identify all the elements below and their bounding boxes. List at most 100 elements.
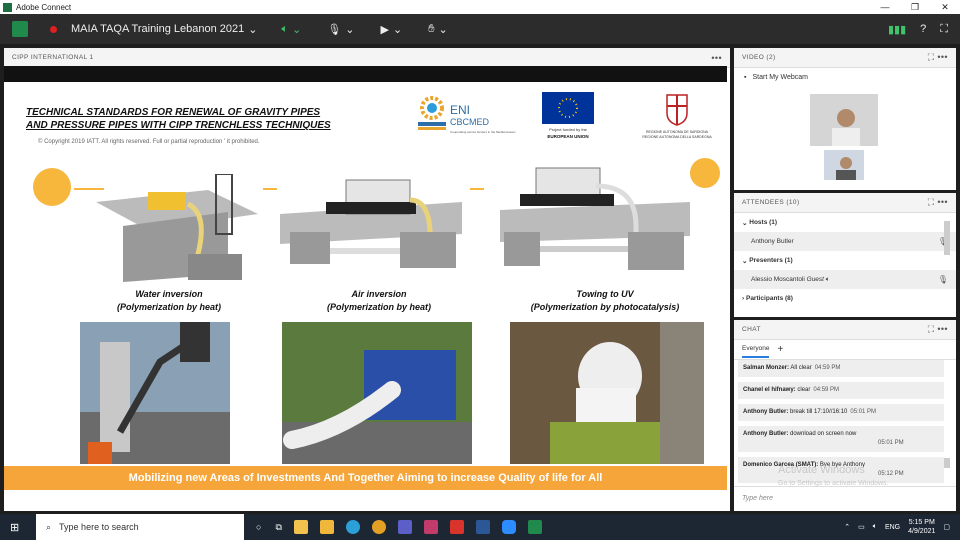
message-time: 05:12 PM (878, 471, 904, 477)
chat-scrollbar[interactable] (944, 458, 950, 468)
eni-text: ENI (450, 103, 470, 117)
lightbulb-icon (33, 168, 71, 206)
chevron-down-icon: ⌄ (438, 23, 448, 36)
mic-icon: 🎙︎ (937, 275, 948, 284)
pod-menu-icon[interactable]: ⛶ ••• (928, 52, 948, 63)
sardegna-caption-1: REGIONE AUTONOMA DE SARDIGNA (646, 130, 709, 134)
method-sub: (Polymerization by photocatalysis) (530, 302, 680, 312)
divider-line (470, 188, 484, 190)
chat-tabs: Everyone + (734, 340, 956, 360)
method-name: Water inversion (135, 289, 203, 299)
attendee-name: Anthony Butler (751, 238, 794, 245)
chat-message: Salman Monzer: All clear 04:59 PM (738, 360, 944, 377)
attendees-pod-header: ATTENDEES (10) ⛶ ••• (734, 193, 956, 213)
tab-everyone[interactable]: Everyone (742, 341, 770, 358)
chat-message: Chanel el hifnawy: clear 04:59 PM (738, 382, 944, 399)
chevron-down-icon: ⌄ (742, 219, 750, 227)
zoom-icon[interactable] (501, 520, 516, 534)
message-sender: Chanel el hifnawy: (743, 387, 796, 393)
file-explorer-icon[interactable] (319, 520, 334, 534)
chevron-down-icon: ⌄ (345, 23, 355, 36)
adobe-connect-menu-icon[interactable] (12, 21, 28, 37)
method-name: Towing to UV (576, 289, 634, 299)
slide-banner: Mobilizing new Areas of Investments And … (4, 466, 727, 490)
activate-windows-hint: Go to Settings to activate Windows. (778, 480, 889, 487)
meeting-name-menu[interactable]: MAIA TAQA Training Lebanon 2021 ⌄ (71, 23, 258, 36)
minimize-button[interactable]: — (870, 2, 900, 13)
speaker-button[interactable]: 🔈︎ ⌄ (282, 23, 302, 36)
window-titlebar: Adobe Connect — ❐ ✕ (0, 0, 960, 14)
presentation-slide: TECHNICAL STANDARDS FOR RENEWAL OF GRAVI… (4, 82, 727, 492)
hosts-group[interactable]: ⌄ Hosts (1) (734, 213, 956, 232)
sardegna-logo: REGIONE AUTONOMA DE SARDIGNA REGIONE AUT… (642, 94, 712, 139)
chat-message: Anthony Butler: download on screen now 05… (738, 426, 944, 452)
volume-icon[interactable]: 🔈︎ (873, 523, 877, 531)
message-sender: Anthony Butler: (743, 431, 789, 437)
pod-menu-icon[interactable]: ••• (711, 53, 722, 63)
video-pod-title: VIDEO (2) (742, 54, 776, 61)
clock-date: 4/9/2021 (908, 528, 936, 535)
task-view-icon[interactable]: ⧉ (275, 522, 281, 533)
notification-icon[interactable]: ▢ (943, 523, 950, 531)
people-icon[interactable]: ⌃ (844, 523, 850, 531)
chevron-down-icon: ⌄ (248, 23, 258, 36)
chrome-icon[interactable] (371, 520, 386, 534)
help-icon[interactable]: ? (920, 23, 926, 36)
towing-uv-diagram (500, 167, 690, 270)
method-caption-1: Water inversion (Polymerization by heat) (94, 288, 244, 314)
network-icon[interactable]: ▭ (858, 523, 865, 531)
method-sub: (Polymerization by heat) (326, 302, 432, 312)
presenters-group[interactable]: ⌄ Presenters (1) (734, 251, 956, 270)
share-pod-header: CIPP INTERNATIONAL 1 ••• (4, 48, 730, 68)
method-caption-2: Air inversion (Polymerization by heat) (304, 288, 454, 314)
message-text: break till 17:10//16:10 (790, 409, 848, 415)
camera-button[interactable]: ▶︎ ⌄ (381, 23, 403, 36)
start-webcam-button[interactable]: ▪ Start My Webcam (744, 74, 956, 81)
webcam-icon: ▪ (744, 74, 747, 81)
close-button[interactable]: ✕ (930, 2, 960, 13)
system-tray: ⌃ ▭ 🔈︎ ENG 5:15 PM 4/9/2021 ▢ (844, 518, 950, 536)
attendees-scrollbar[interactable] (944, 221, 950, 255)
message-text: download on screen now (790, 431, 857, 437)
chevron-down-icon: ⌄ (392, 23, 403, 36)
attendee-host[interactable]: Anthony Butler 🎙︎ (734, 232, 956, 251)
media-icon[interactable] (423, 520, 438, 534)
windows-start-icon[interactable]: ⊞ (10, 521, 19, 534)
speaker-icon: 🔈︎ (281, 22, 289, 35)
taskbar-search[interactable]: ⌕ Type here to search (36, 514, 244, 540)
method-caption-3: Towing to UV (Polymerization by photocat… (510, 288, 700, 314)
adobe-connect-taskbar-icon[interactable] (527, 520, 542, 534)
maximize-button[interactable]: ❐ (900, 2, 930, 13)
connection-status-icon[interactable]: ▮▮▮ (888, 23, 906, 36)
language-indicator[interactable]: ENG (885, 524, 900, 531)
fullscreen-icon[interactable]: ⛶ (940, 23, 948, 36)
pod-menu-icon[interactable]: ⛶ ••• (928, 197, 948, 208)
search-icon: ⌕ (46, 521, 52, 532)
attendee-presenter[interactable]: Alessio Moscantoli Guest 🔈︎ 🎙︎ (734, 270, 956, 289)
chat-input[interactable]: Type here (734, 486, 956, 511)
video-thumbnail-main[interactable] (810, 94, 878, 146)
raise-hand-button[interactable]: ✋︎ ⌄ (428, 23, 448, 36)
add-chat-tab-icon[interactable]: + (777, 344, 783, 355)
participants-label: Participants (8) (745, 295, 793, 302)
microphone-button[interactable]: 🎙︎ ⌄ (327, 23, 354, 36)
pod-menu-icon[interactable]: ⛶ ••• (928, 324, 948, 335)
message-time: 04:59 PM (814, 365, 841, 371)
cortana-icon[interactable]: ○ (256, 522, 261, 532)
chat-pod-title: CHAT (742, 326, 761, 333)
air-inversion-photo (282, 322, 472, 464)
word-icon[interactable] (475, 520, 490, 534)
participants-group[interactable]: › Participants (8) (734, 289, 956, 308)
chevron-down-icon: ⌄ (292, 23, 302, 36)
message-text: All clear (790, 365, 812, 371)
eu-flag-logo: Project funded by the EUROPEAN UNION (542, 92, 594, 139)
slide-title: TECHNICAL STANDARDS FOR RENEWAL OF GRAVI… (26, 107, 331, 131)
acrobat-icon[interactable] (449, 520, 464, 534)
store-icon[interactable] (293, 520, 308, 534)
clock[interactable]: 5:15 PM 4/9/2021 (908, 518, 935, 536)
edge-icon[interactable] (345, 520, 360, 534)
video-thumbnail-secondary[interactable] (824, 150, 864, 180)
adobe-connect-logo-icon (3, 2, 12, 12)
water-inversion-photo (80, 322, 230, 464)
teams-icon[interactable] (397, 520, 412, 534)
